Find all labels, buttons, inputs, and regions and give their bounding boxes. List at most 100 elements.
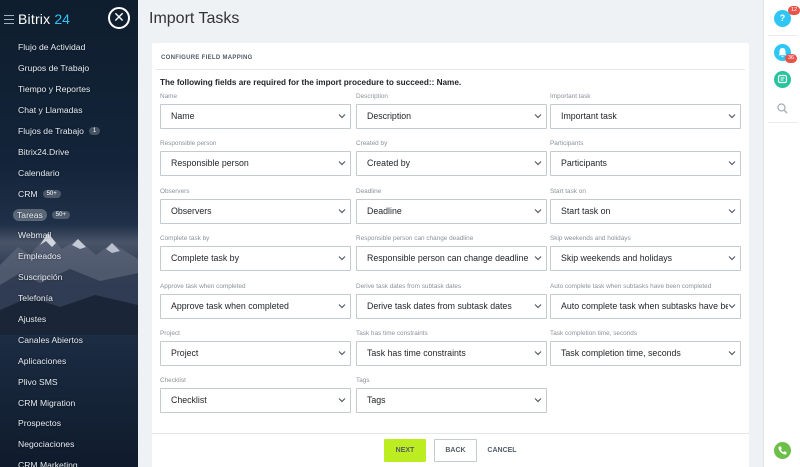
- sidebar-item-bitrix24-drive[interactable]: Bitrix24.Drive: [0, 141, 138, 162]
- search-icon[interactable]: [774, 100, 791, 117]
- sidebar-item-flujos-de-trabajo[interactable]: Flujos de Trabajo 1: [0, 121, 138, 142]
- chevron-down-icon: [728, 256, 736, 261]
- chevron-down-icon: [338, 398, 346, 403]
- sidebar-item-aplicaciones[interactable]: Aplicaciones: [0, 350, 138, 371]
- field-select[interactable]: Derive task dates from subtask dates: [356, 294, 547, 319]
- sidebar-item-suscripci-n[interactable]: Suscripción: [0, 267, 138, 288]
- field-label: Responsible person: [160, 140, 217, 147]
- sidebar-item-ajustes[interactable]: Ajustes: [0, 309, 138, 330]
- chevron-down-icon: [534, 304, 542, 309]
- sidebar-item-crm-migration[interactable]: CRM Migration: [0, 392, 138, 413]
- field-label: Important task: [550, 93, 591, 100]
- mapping-field: Responsible person Responsible person: [160, 140, 351, 176]
- sidebar-item-webmail[interactable]: Webmail: [0, 225, 138, 246]
- mapping-field: Tags Tags: [356, 377, 547, 413]
- sidebar-item-negociaciones[interactable]: Negociaciones: [0, 434, 138, 455]
- phone-icon[interactable]: [774, 442, 791, 459]
- chevron-down-icon: [534, 398, 542, 403]
- sidebar-item-crm-marketing[interactable]: CRM Marketing: [0, 455, 138, 467]
- section-title: CONFIGURE FIELD MAPPING: [161, 55, 253, 61]
- mapping-field: Complete task by Complete task by: [160, 235, 351, 271]
- chat-icon[interactable]: [774, 71, 791, 88]
- field-select[interactable]: Complete task by: [160, 246, 351, 271]
- field-label: Deadline: [356, 188, 382, 195]
- chevron-down-icon: [338, 351, 346, 356]
- field-select[interactable]: Skip weekends and holidays: [550, 246, 741, 271]
- field-select-value: Derive task dates from subtask dates: [367, 301, 512, 311]
- field-select[interactable]: Created by: [356, 151, 547, 176]
- field-select[interactable]: Task has time constraints: [356, 341, 547, 366]
- field-select[interactable]: Checklist: [160, 388, 351, 413]
- mapping-field: Derive task dates from subtask dates Deri…: [356, 283, 547, 319]
- field-select-value: Deadline: [367, 206, 402, 216]
- sidebar-item-empleados[interactable]: Empleados: [0, 246, 138, 267]
- field-select[interactable]: Important task: [550, 104, 741, 129]
- mapping-field: Responsible person can change deadline Re…: [356, 235, 547, 271]
- sidebar-item-label: CRM: [18, 188, 38, 199]
- logo-text: Bitrix: [18, 11, 51, 27]
- field-select-value: Checklist: [171, 395, 207, 405]
- sidebar-item-label: Flujo de Actividad: [18, 42, 86, 53]
- sidebar-item-plivo-sms[interactable]: Plivo SMS: [0, 371, 138, 392]
- menu-icon[interactable]: [4, 14, 14, 24]
- field-select[interactable]: Start task on: [550, 199, 741, 224]
- field-select[interactable]: Approve task when completed: [160, 294, 351, 319]
- field-select[interactable]: Tags: [356, 388, 547, 413]
- mapping-field: Description Description: [356, 93, 547, 129]
- sidebar-item-label: Plivo SMS: [18, 376, 58, 387]
- sidebar-item-grupos-de-trabajo[interactable]: Grupos de Trabajo: [0, 58, 138, 79]
- sidebar-item-label: Tareas: [13, 208, 47, 221]
- cancel-button[interactable]: CANCEL: [482, 439, 522, 462]
- sidebar-item-label: Tiempo y Reportes: [18, 84, 91, 95]
- close-slider-button[interactable]: ✕: [108, 7, 130, 29]
- sidebar-item-label: Flujos de Trabajo: [18, 126, 84, 136]
- field-select[interactable]: Name: [160, 104, 351, 129]
- field-select-value: Start task on: [561, 206, 611, 216]
- field-select[interactable]: Responsible person can change deadline: [356, 246, 547, 271]
- field-select[interactable]: Auto complete task when subtasks have be…: [550, 294, 741, 319]
- sidebar-item-label: Negociaciones: [18, 439, 75, 450]
- field-label: Skip weekends and holidays: [550, 235, 631, 242]
- sidebar-item-flujo-de-actividad[interactable]: Flujo de Actividad: [0, 37, 138, 58]
- next-button[interactable]: NEXT: [384, 439, 426, 462]
- field-select[interactable]: Project: [160, 341, 351, 366]
- chevron-down-icon: [728, 161, 736, 166]
- field-select[interactable]: Deadline: [356, 199, 547, 224]
- section-divider: [156, 69, 745, 70]
- field-label: Description: [356, 93, 388, 100]
- app-logo[interactable]: Bitrix 24: [4, 9, 70, 29]
- field-select-value: Responsible person can change deadline: [367, 253, 529, 263]
- sidebar-item-label: Canales Abiertos: [18, 334, 83, 345]
- field-select-value: Task has time constraints: [367, 348, 466, 358]
- sidebar-item-badge: 50+: [51, 210, 70, 219]
- chevron-down-icon: [534, 209, 542, 214]
- field-select-value: Auto complete task when subtasks have be…: [561, 301, 728, 311]
- sidebar-item-telefon-a[interactable]: Telefonía: [0, 288, 138, 309]
- field-select[interactable]: Observers: [160, 199, 351, 224]
- field-select-value: Important task: [561, 111, 617, 121]
- field-label: Derive task dates from subtask dates: [356, 283, 462, 290]
- field-select[interactable]: Participants: [550, 151, 741, 176]
- field-select[interactable]: Responsible person: [160, 151, 351, 176]
- chevron-down-icon: [534, 161, 542, 166]
- field-label: Name: [160, 93, 178, 100]
- sidebar-item-calendario[interactable]: Calendario: [0, 162, 138, 183]
- field-select[interactable]: Description: [356, 104, 547, 129]
- sidebar-item-tiempo-y-reportes[interactable]: Tiempo y Reportes: [0, 79, 138, 100]
- sidebar-item-canales-abiertos[interactable]: Canales Abiertos: [0, 329, 138, 350]
- field-label: Observers: [160, 188, 190, 195]
- sidebar-item-chat-y-llamadas[interactable]: Chat y Llamadas: [0, 100, 138, 121]
- sidebar-item-prospectos[interactable]: Prospectos: [0, 413, 138, 434]
- mapping-field: Task has time constraints Task has time c…: [356, 330, 547, 366]
- back-button[interactable]: BACK: [434, 439, 477, 462]
- chevron-down-icon: [338, 256, 346, 261]
- field-mapping-card: CONFIGURE FIELD MAPPING The following fi…: [152, 43, 749, 433]
- field-label: Start task on: [550, 188, 586, 195]
- field-select[interactable]: Task completion time, seconds: [550, 341, 741, 366]
- field-select-value: Observers: [171, 206, 212, 216]
- mapping-field: Start task on Start task on: [550, 188, 741, 224]
- mapping-field: Skip weekends and holidays Skip weekends …: [550, 235, 741, 271]
- field-label: Project: [160, 330, 180, 337]
- sidebar-item-crm[interactable]: CRM 50+: [0, 183, 138, 204]
- sidebar-item-tareas[interactable]: Tareas 50+: [0, 204, 138, 225]
